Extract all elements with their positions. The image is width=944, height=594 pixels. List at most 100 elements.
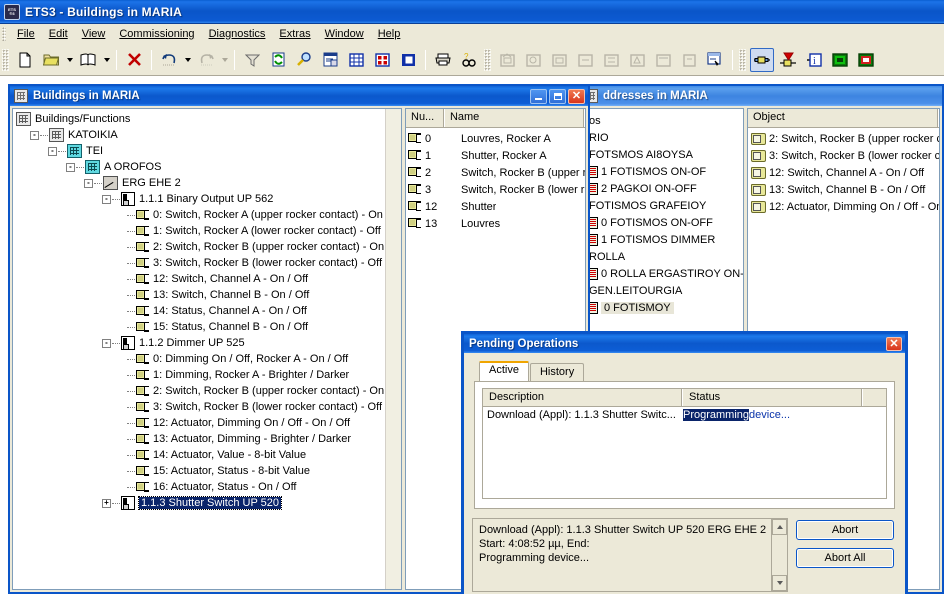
menu-diagnostics[interactable]: Diagnostics	[202, 25, 273, 43]
new-document-icon[interactable]	[13, 48, 37, 72]
filter-icon[interactable]	[240, 48, 264, 72]
open-folder-dropdown[interactable]	[64, 48, 75, 72]
menu-extras[interactable]: Extras	[272, 25, 317, 43]
list-item[interactable]: 12 Shutter	[406, 198, 585, 215]
expander-collapse[interactable]: -	[66, 162, 75, 172]
group-tree-item[interactable]: 1 FOTISMOS ON-OF	[583, 163, 743, 180]
group-tree-item[interactable]: FOTSMOS AI8OYSA	[583, 146, 743, 163]
tree-node-object[interactable]: 3: Switch, Rocker B (lower rocker contac…	[16, 255, 401, 271]
group-tree-item[interactable]: GEN.LEITOURGIA	[583, 282, 743, 299]
address-book-icon[interactable]	[76, 48, 100, 72]
pending-close-button[interactable]: ✕	[886, 336, 902, 351]
refresh-document-icon[interactable]	[266, 48, 290, 72]
maximize-button[interactable]	[549, 88, 566, 104]
list-item[interactable]: 13 Louvres	[406, 215, 585, 232]
report-icon[interactable]	[318, 48, 342, 72]
object-row[interactable]: 12: Actuator, Dimming On / Off - On	[748, 198, 939, 215]
group-tree-item[interactable]: 2 PAGKOI ON-OFF	[583, 180, 743, 197]
tree-node-object[interactable]: 1: Switch, Rocker A (lower rocker contac…	[16, 223, 401, 239]
tree-node-device-113-selected[interactable]: + 1.1.3 Shutter Switch UP 520	[16, 495, 401, 511]
group-tree-item[interactable]: FOTISMOS GRAFEIOY	[583, 197, 743, 214]
scroll-down-icon[interactable]	[772, 575, 787, 591]
menu-file[interactable]: File	[10, 25, 42, 43]
panel-icon[interactable]	[396, 48, 420, 72]
list-item[interactable]: 0 Louvres, Rocker A	[406, 130, 585, 147]
tree-node-a-orofos[interactable]: - A OROFOS	[16, 159, 401, 175]
group-tree-item[interactable]: ROLLA	[583, 248, 743, 265]
download-device-icon[interactable]	[776, 48, 800, 72]
tree-node-object[interactable]: 0: Switch, Rocker A (upper rocker contac…	[16, 207, 401, 223]
buildings-tree-scrollbar[interactable]	[385, 109, 401, 589]
expander-collapse[interactable]: -	[102, 338, 111, 348]
group-tree-item[interactable]: RIO	[583, 129, 743, 146]
group-tree-item-selected[interactable]: 0 FOTISMOY	[583, 299, 743, 316]
menu-edit[interactable]: Edit	[42, 25, 75, 43]
abort-button[interactable]: Abort	[796, 520, 894, 540]
tree-node-device-112[interactable]: - 1.1.2 Dimmer UP 525	[16, 335, 401, 351]
abort-all-button[interactable]: Abort All	[796, 548, 894, 568]
group-tree-item[interactable]: os	[583, 112, 743, 129]
pending-log-box[interactable]: Download (Appl): 1.1.3 Shutter Switch UP…	[472, 518, 788, 592]
tree-node-object[interactable]: 2: Switch, Rocker B (upper rocker contac…	[16, 383, 401, 399]
tree-node-object[interactable]: 13: Actuator, Dimming - Brighter / Darke…	[16, 431, 401, 447]
tree-node-object[interactable]: 14: Status, Channel A - On / Off	[16, 303, 401, 319]
menu-commissioning[interactable]: Commissioning	[112, 25, 201, 43]
tree-node-object[interactable]: 15: Status, Channel B - On / Off	[16, 319, 401, 335]
close-button[interactable]: ✕	[568, 88, 585, 104]
object-row[interactable]: 2: Switch, Rocker B (upper rocker co	[748, 130, 939, 147]
tree-node-katoikia[interactable]: - KATOIKIA	[16, 127, 401, 143]
address-book-dropdown[interactable]	[101, 48, 112, 72]
expander-collapse[interactable]: -	[48, 146, 57, 156]
expander-expand[interactable]: +	[102, 498, 111, 508]
column-header-status[interactable]: Status	[683, 389, 863, 406]
print-icon[interactable]	[431, 48, 455, 72]
tree-node-object[interactable]: 0: Dimming On / Off, Rocker A - On / Off	[16, 351, 401, 367]
redo-icon[interactable]	[194, 48, 218, 72]
connect-device-icon[interactable]	[750, 47, 774, 72]
scrollbar-track[interactable]	[386, 109, 401, 589]
scroll-up-icon[interactable]	[772, 519, 787, 535]
tab-active[interactable]: Active	[479, 361, 529, 381]
tab-history[interactable]: History	[529, 363, 585, 381]
tree-node-object[interactable]: 3: Switch, Rocker B (lower rocker contac…	[16, 399, 401, 415]
delete-x-icon[interactable]	[122, 48, 146, 72]
undo-icon[interactable]	[157, 48, 181, 72]
tree-node-object[interactable]: 12: Actuator, Dimming On / Off - On / Of…	[16, 415, 401, 431]
tree-node-device-111[interactable]: - 1.1.1 Binary Output UP 562	[16, 191, 401, 207]
group-tree-item[interactable]: 0 ROLLA ERGASTIROY ON-OF	[583, 265, 743, 282]
topology-icon[interactable]	[370, 48, 394, 72]
list-item[interactable]: 2 Switch, Rocker B (upper ro	[406, 164, 585, 181]
expander-collapse[interactable]: -	[102, 194, 111, 204]
tree-node-object[interactable]: 12: Switch, Channel A - On / Off	[16, 271, 401, 287]
tree-node-object[interactable]: 15: Actuator, Status - 8-bit Value	[16, 463, 401, 479]
table-grid-icon[interactable]	[344, 48, 368, 72]
toolbar-grip-2[interactable]	[484, 48, 491, 71]
tree-node-object[interactable]: 13: Switch, Channel B - On / Off	[16, 287, 401, 303]
toolbar-grip-3[interactable]	[739, 48, 746, 71]
project-check-icon[interactable]	[703, 48, 727, 72]
object-row[interactable]: 12: Switch, Channel A - On / Off	[748, 164, 939, 181]
column-header-number[interactable]: Nu...	[406, 109, 445, 127]
undo-dropdown[interactable]	[182, 48, 193, 72]
group-tree-item[interactable]: 1 FOTISMOS DIMMER	[583, 231, 743, 248]
column-header-description[interactable]: Description	[483, 389, 683, 406]
object-column-header[interactable]: Object	[748, 109, 939, 127]
minimize-button[interactable]	[530, 88, 547, 104]
menu-window[interactable]: Window	[318, 25, 371, 43]
menu-help[interactable]: Help	[371, 25, 408, 43]
tree-node-object[interactable]: 16: Actuator, Status - On / Off	[16, 479, 401, 495]
find-help-icon[interactable]: ?	[457, 48, 481, 72]
device-info-icon[interactable]: i	[802, 48, 826, 72]
toolbar-grip-1[interactable]	[2, 48, 9, 71]
list-item[interactable]: 3 Switch, Rocker B (lower rc	[406, 181, 585, 198]
group-tree-item[interactable]: 0 FOTISMOS ON-OFF	[583, 214, 743, 231]
log-scrollbar[interactable]	[771, 519, 787, 591]
group-monitor-icon[interactable]	[828, 48, 852, 72]
tree-node-erg-ehe-2[interactable]: - ERG EHE 2	[16, 175, 401, 191]
expander-collapse[interactable]: -	[84, 178, 93, 188]
pending-table-row[interactable]: Download (Appl): 1.1.3 Shutter Switc... …	[483, 407, 886, 423]
open-folder-icon[interactable]	[39, 48, 63, 72]
expander-collapse[interactable]: -	[30, 130, 39, 140]
bus-monitor-icon[interactable]	[854, 48, 878, 72]
tree-node-buildings-functions[interactable]: Buildings/Functions	[16, 111, 401, 127]
